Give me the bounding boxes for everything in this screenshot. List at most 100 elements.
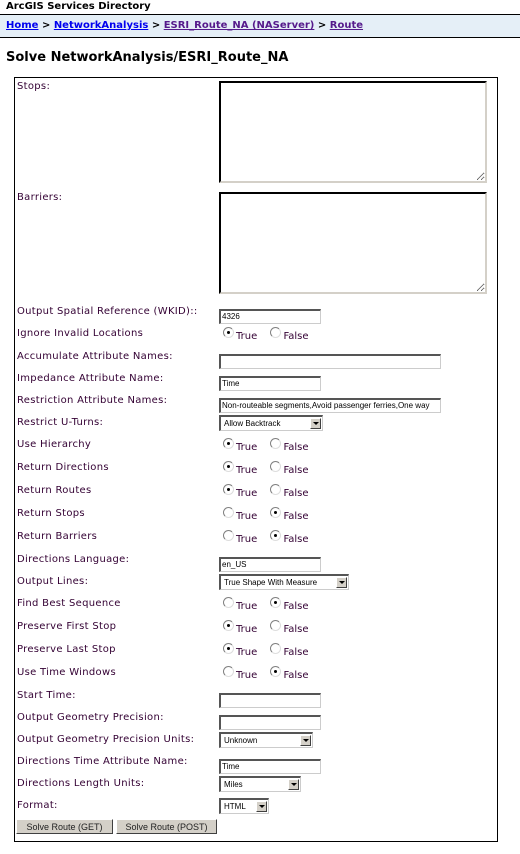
hierarchy-label: Use Hierarchy bbox=[17, 439, 92, 450]
geom-precision-units-label: Output Geometry Precision Units: bbox=[17, 734, 195, 745]
radio-true-label: True bbox=[236, 601, 258, 612]
return-routes-false-radio[interactable] bbox=[270, 484, 282, 495]
return-routes-true-radio[interactable] bbox=[223, 484, 234, 495]
find-best-sequence-true-radio[interactable] bbox=[223, 597, 234, 608]
radio-false-label: False bbox=[283, 534, 309, 545]
dir-length-units-select[interactable]: Miles bbox=[219, 776, 301, 792]
dir-time-attr-input[interactable] bbox=[219, 759, 321, 774]
radio-false-label: False bbox=[283, 511, 309, 522]
chevron-down-icon[interactable] bbox=[288, 779, 299, 790]
row-uturns: Restrict U-Turns: Allow Backtrack bbox=[15, 415, 497, 431]
out-sr-label: Output Spatial Reference (WKID):: bbox=[17, 306, 198, 317]
barriers-textarea[interactable] bbox=[219, 192, 487, 294]
ignore-invalid-true-radio[interactable] bbox=[223, 327, 234, 338]
impedance-input[interactable] bbox=[219, 376, 321, 391]
header-bar: ArcGIS Services Directory bbox=[0, 0, 520, 15]
ignore-invalid-false-radio[interactable] bbox=[270, 327, 282, 338]
start-time-input[interactable] bbox=[219, 693, 321, 708]
radio-true-label: True bbox=[236, 534, 258, 545]
chevron-down-icon[interactable] bbox=[336, 577, 347, 588]
radio-false-label: False bbox=[283, 331, 309, 342]
app-title: ArcGIS Services Directory bbox=[6, 1, 151, 12]
accumulate-label: Accumulate Attribute Names: bbox=[17, 351, 173, 362]
return-stops-label: Return Stops bbox=[17, 508, 85, 519]
return-directions-label: Return Directions bbox=[17, 462, 109, 473]
geom-precision-input[interactable] bbox=[219, 715, 321, 730]
hierarchy-true-radio[interactable] bbox=[223, 438, 234, 449]
row-dir-length-units: Directions Length Units: Miles bbox=[15, 776, 497, 792]
accumulate-input[interactable] bbox=[219, 354, 441, 369]
radio-true-label: True bbox=[236, 488, 258, 499]
breadcrumb-route[interactable]: Route bbox=[330, 20, 363, 31]
format-value: HTML bbox=[224, 802, 246, 811]
solve-route-get-button[interactable]: Solve Route (GET) bbox=[16, 819, 113, 834]
breadcrumb-home[interactable]: Home bbox=[6, 20, 38, 31]
chevron-down-icon[interactable] bbox=[256, 801, 267, 812]
row-format: Format: HTML bbox=[15, 798, 497, 814]
geom-precision-label: Output Geometry Precision: bbox=[17, 712, 164, 723]
start-time-label: Start Time: bbox=[17, 690, 76, 701]
solve-route-post-button[interactable]: Solve Route (POST) bbox=[116, 819, 217, 834]
preserve-first-true-radio[interactable] bbox=[223, 620, 234, 631]
breadcrumb-networkanalysis[interactable]: NetworkAnalysis bbox=[54, 20, 149, 31]
preserve-first-false-radio[interactable] bbox=[270, 620, 282, 631]
output-lines-select[interactable]: True Shape With Measure bbox=[219, 574, 349, 590]
radio-false-label: False bbox=[283, 601, 309, 612]
uturns-label: Restrict U-Turns: bbox=[17, 417, 104, 428]
time-windows-label: Use Time Windows bbox=[17, 667, 116, 678]
dir-length-units-value: Miles bbox=[224, 780, 243, 789]
breadcrumb-separator: > bbox=[151, 20, 161, 31]
format-label: Format: bbox=[17, 800, 58, 811]
output-lines-value: True Shape With Measure bbox=[224, 578, 318, 587]
return-stops-true-radio[interactable] bbox=[223, 507, 234, 518]
radio-false-label: False bbox=[283, 670, 309, 681]
preserve-last-true-radio[interactable] bbox=[223, 643, 234, 654]
uturns-value: Allow Backtrack bbox=[224, 419, 281, 428]
breadcrumb-separator: > bbox=[317, 20, 327, 31]
radio-true-label: True bbox=[236, 465, 258, 476]
radio-true-label: True bbox=[236, 331, 258, 342]
return-barriers-false-radio[interactable] bbox=[270, 530, 282, 541]
barriers-label: Barriers: bbox=[17, 192, 63, 203]
return-directions-false-radio[interactable] bbox=[270, 461, 282, 472]
format-select[interactable]: HTML bbox=[219, 798, 269, 814]
find-best-sequence-false-radio[interactable] bbox=[270, 597, 282, 608]
page-title: Solve NetworkAnalysis/ESRI_Route_NA bbox=[6, 50, 289, 65]
directions-language-label: Directions Language: bbox=[17, 554, 130, 565]
restriction-label: Restriction Attribute Names: bbox=[17, 395, 168, 406]
time-windows-true-radio[interactable] bbox=[223, 666, 234, 677]
geom-precision-units-select[interactable]: Unknown bbox=[219, 732, 313, 748]
stops-textarea[interactable] bbox=[219, 81, 487, 183]
stops-label: Stops: bbox=[17, 81, 51, 92]
radio-false-label: False bbox=[283, 465, 309, 476]
preserve-first-label: Preserve First Stop bbox=[17, 621, 117, 632]
directions-language-input[interactable] bbox=[219, 557, 321, 572]
out-sr-input[interactable] bbox=[219, 309, 321, 324]
uturns-select[interactable]: Allow Backtrack bbox=[219, 415, 323, 431]
row-output-lines: Output Lines: True Shape With Measure bbox=[15, 574, 497, 590]
find-best-sequence-label: Find Best Sequence bbox=[17, 598, 121, 609]
restriction-input[interactable] bbox=[219, 398, 441, 413]
return-barriers-label: Return Barriers bbox=[17, 531, 98, 542]
radio-false-label: False bbox=[283, 488, 309, 499]
chevron-down-icon[interactable] bbox=[310, 418, 321, 429]
breadcrumb-separator: > bbox=[41, 20, 51, 31]
return-stops-false-radio[interactable] bbox=[270, 507, 282, 518]
dir-length-units-label: Directions Length Units: bbox=[17, 778, 145, 789]
radio-true-label: True bbox=[236, 647, 258, 658]
breadcrumb-naserver[interactable]: ESRI_Route_NA (NAServer) bbox=[164, 20, 315, 31]
radio-true-label: True bbox=[236, 511, 258, 522]
time-windows-false-radio[interactable] bbox=[270, 666, 282, 677]
radio-false-label: False bbox=[283, 442, 309, 453]
return-directions-true-radio[interactable] bbox=[223, 461, 234, 472]
radio-false-label: False bbox=[283, 624, 309, 635]
preserve-last-false-radio[interactable] bbox=[270, 643, 282, 654]
radio-false-label: False bbox=[283, 647, 309, 658]
return-barriers-true-radio[interactable] bbox=[223, 530, 234, 541]
ignore-invalid-label: Ignore Invalid Locations bbox=[17, 328, 144, 339]
hierarchy-false-radio[interactable] bbox=[270, 438, 282, 449]
radio-true-label: True bbox=[236, 442, 258, 453]
chevron-down-icon[interactable] bbox=[300, 735, 311, 746]
breadcrumb: Home > NetworkAnalysis > ESRI_Route_NA (… bbox=[0, 15, 520, 38]
output-lines-label: Output Lines: bbox=[17, 576, 89, 587]
